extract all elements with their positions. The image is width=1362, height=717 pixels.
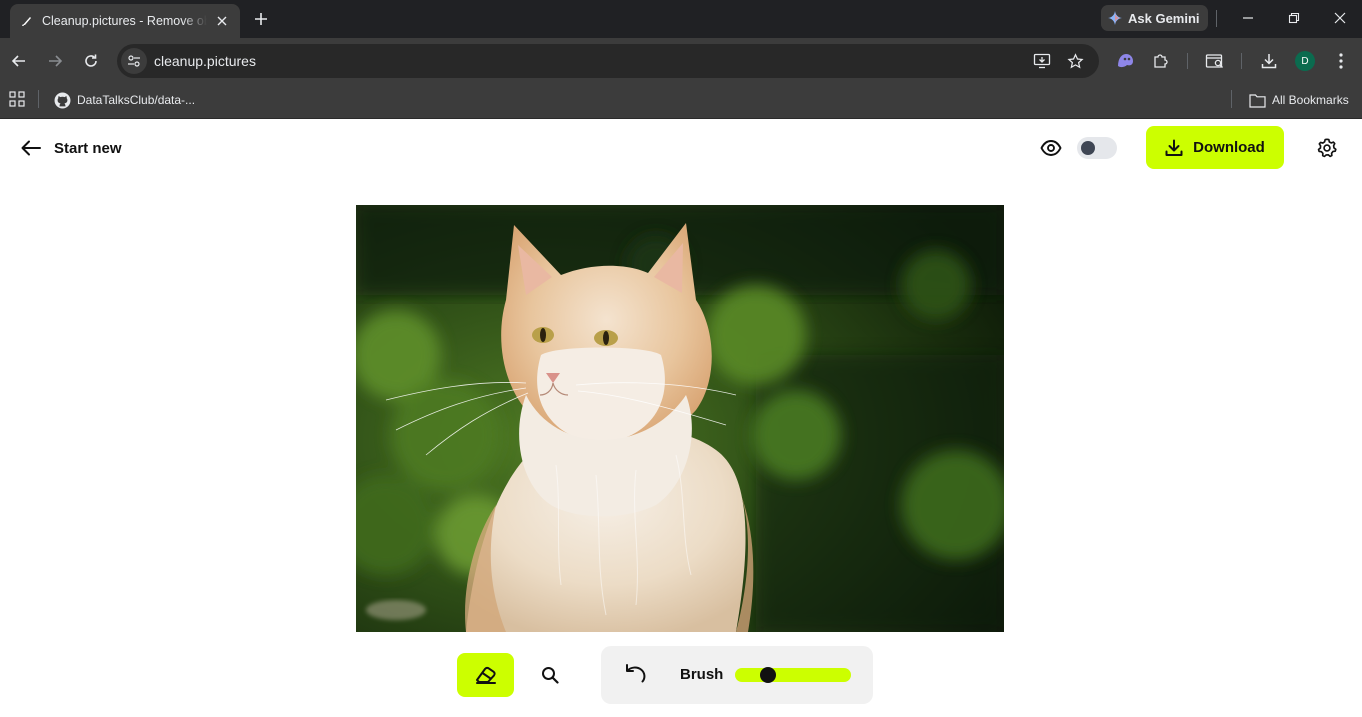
close-window-icon[interactable] — [1328, 7, 1352, 29]
brush-size-slider[interactable] — [735, 667, 851, 683]
minimize-icon[interactable] — [1236, 7, 1260, 29]
tab-title: Cleanup.pictures - Remove objects — [42, 14, 207, 28]
compare-toggle[interactable] — [1077, 137, 1117, 159]
browser-tab-bar: Cleanup.pictures - Remove objects Ask Ge… — [0, 0, 1362, 38]
ask-gemini-label: Ask Gemini — [1128, 10, 1200, 26]
eraser-tool-button[interactable] — [457, 653, 514, 697]
extension-ghost-icon[interactable] — [1114, 50, 1136, 72]
start-new-label: Start new — [54, 139, 122, 157]
install-app-icon[interactable] — [1031, 50, 1053, 72]
gemini-icon — [1108, 11, 1122, 25]
downloads-icon[interactable] — [1258, 50, 1280, 72]
bookmark-divider — [38, 90, 39, 108]
all-bookmarks[interactable]: All Bookmarks — [1249, 89, 1349, 111]
browser-tab[interactable]: Cleanup.pictures - Remove objects — [10, 4, 240, 38]
profile-avatar[interactable]: D — [1295, 51, 1315, 71]
forward-icon[interactable] — [43, 49, 67, 73]
all-bookmarks-label: All Bookmarks — [1272, 93, 1349, 107]
editable-photo-cat[interactable] — [356, 205, 1004, 632]
reload-icon[interactable] — [79, 49, 103, 73]
browser-toolbar: cleanup.pictures D — [0, 38, 1362, 84]
eraser-icon — [475, 666, 496, 684]
tab-search-icon[interactable] — [1204, 50, 1226, 72]
toolbar-divider — [1187, 53, 1188, 69]
tab-divider — [1216, 10, 1217, 27]
url-text[interactable]: cleanup.pictures — [154, 53, 256, 69]
site-info-icon[interactable] — [121, 48, 147, 74]
github-icon — [54, 92, 71, 108]
brush-panel: Brush — [601, 646, 873, 704]
extensions-puzzle-icon[interactable] — [1150, 50, 1172, 72]
bookmark-label: DataTalksClub/data-... — [77, 93, 196, 107]
settings-gear-icon[interactable] — [1316, 137, 1338, 159]
eye-icon[interactable] — [1040, 137, 1062, 159]
restore-icon[interactable] — [1282, 7, 1306, 29]
toggle-knob — [1081, 141, 1095, 155]
bookmark-datatalksclub[interactable]: DataTalksClub/data-... — [54, 89, 195, 111]
folder-icon — [1249, 93, 1266, 108]
undo-icon[interactable] — [623, 662, 649, 688]
bookmarks-bar: DataTalksClub/data-... All Bookmarks — [0, 84, 1362, 119]
brush-label: Brush — [680, 666, 724, 683]
download-label: Download — [1193, 139, 1265, 156]
zoom-search-icon[interactable] — [538, 663, 562, 687]
download-button[interactable]: Download — [1146, 126, 1284, 169]
back-icon[interactable] — [7, 49, 31, 73]
cleanup-favicon-icon — [20, 14, 34, 28]
close-tab-icon[interactable] — [214, 13, 230, 29]
apps-grid-icon[interactable] — [9, 91, 25, 107]
address-bar[interactable]: cleanup.pictures — [117, 44, 1099, 78]
ask-gemini-button[interactable]: Ask Gemini — [1101, 5, 1208, 31]
start-new-button[interactable]: Start new — [20, 135, 122, 161]
arrow-left-icon — [21, 140, 41, 156]
toolbar-divider — [1241, 53, 1242, 69]
browser-menu-icon[interactable] — [1330, 50, 1352, 72]
bookmark-divider — [1231, 90, 1232, 108]
cleanup-app: Start new Download Brush — [0, 119, 1362, 717]
slider-thumb[interactable] — [760, 667, 776, 683]
bookmark-star-icon[interactable] — [1064, 50, 1086, 72]
download-icon — [1165, 139, 1183, 156]
new-tab-icon[interactable] — [250, 8, 272, 30]
